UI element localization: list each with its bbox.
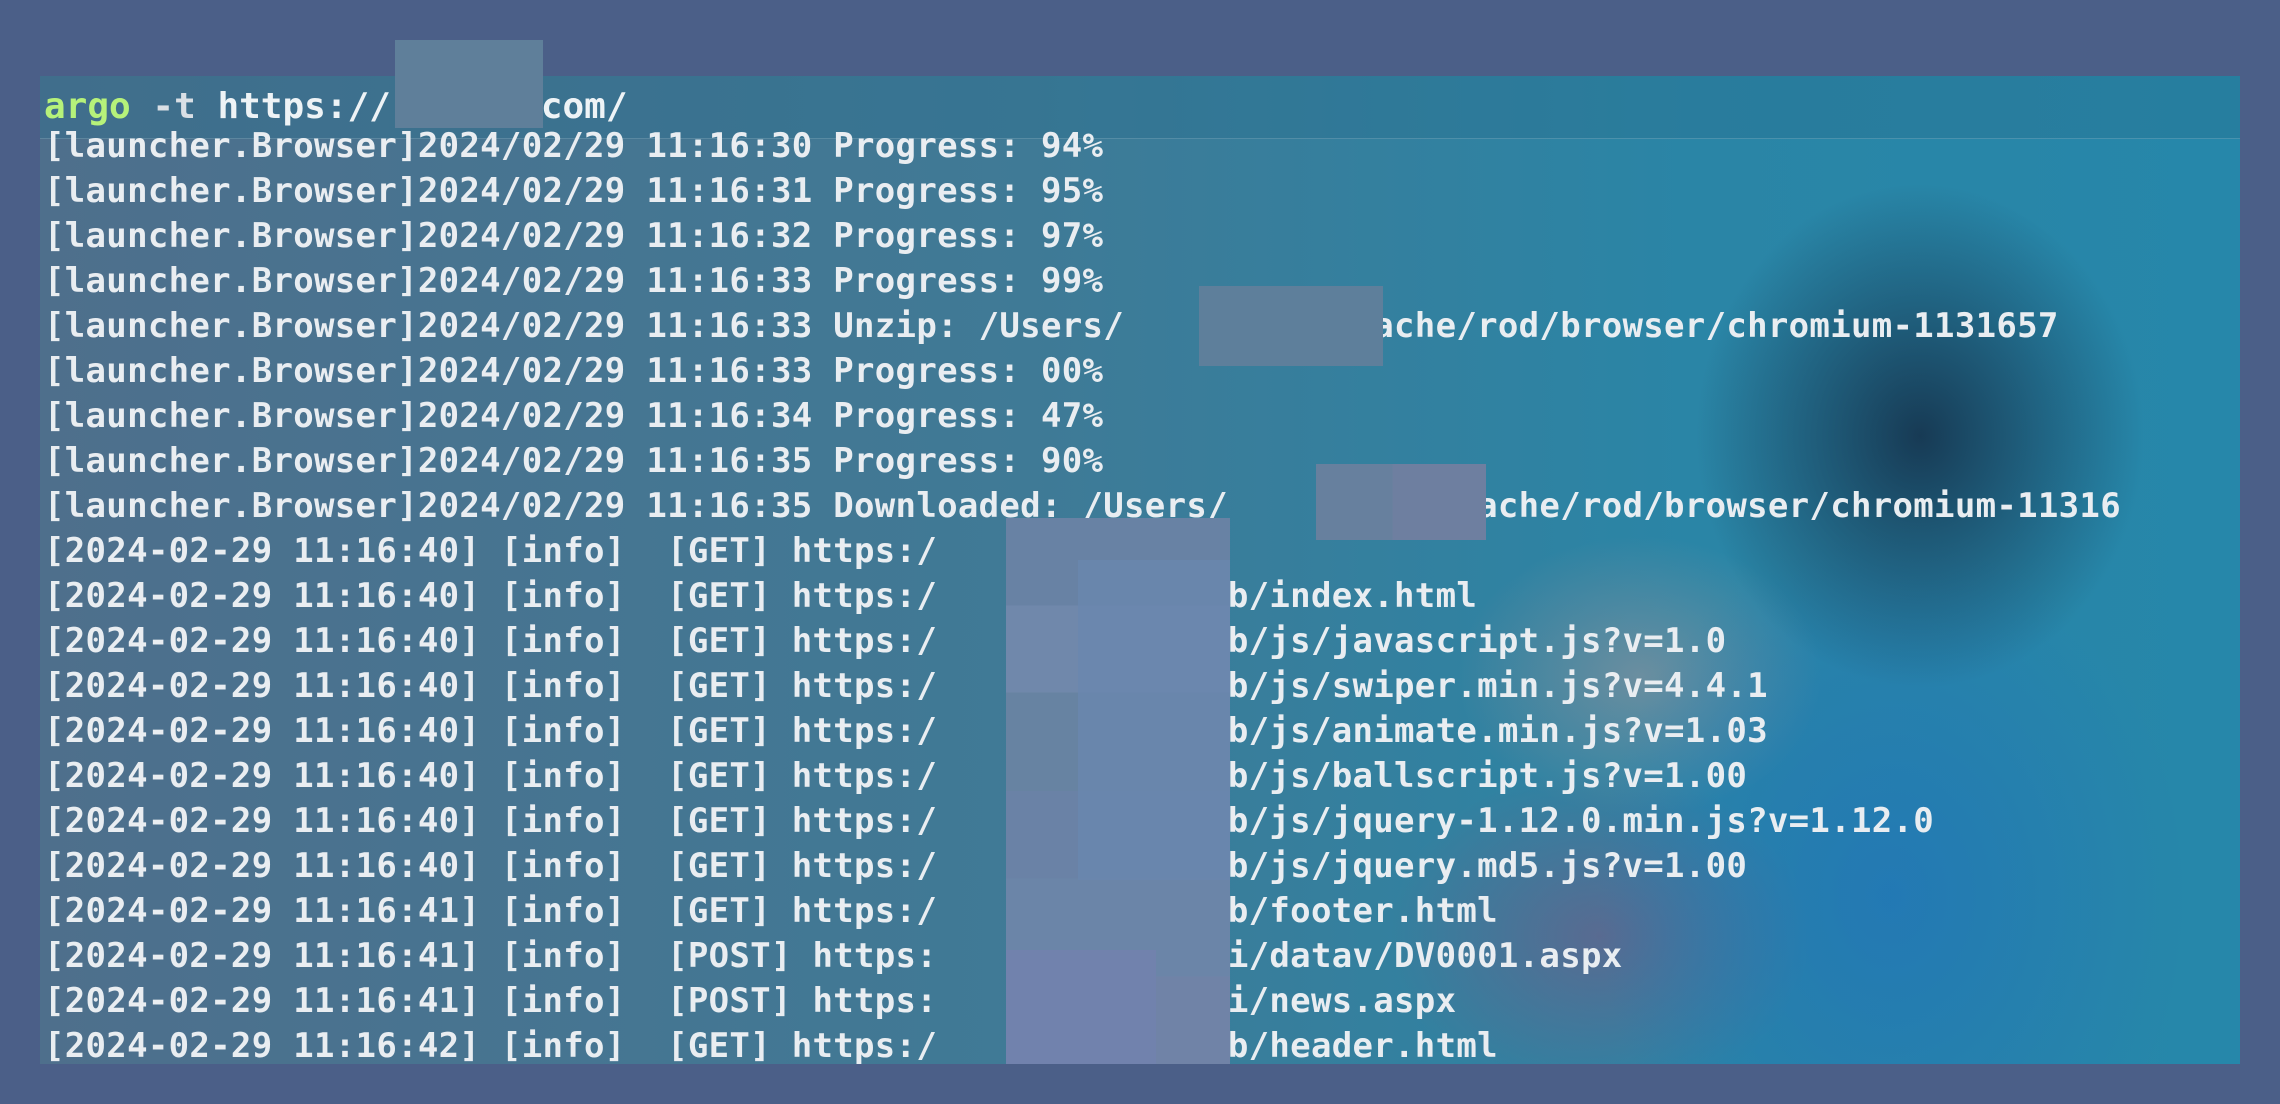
redaction-mask-username bbox=[1199, 286, 1383, 366]
log-line: [launcher.Browser]2024/02/29 11:16:31 Pr… bbox=[44, 171, 1104, 211]
redaction-mask-host bbox=[1006, 950, 1156, 1064]
log-line: [launcher.Browser]2024/02/29 11:16:34 Pr… bbox=[44, 396, 1104, 436]
log-line: [launcher.Browser]2024/02/29 11:16:33 Pr… bbox=[44, 351, 1104, 391]
command-flag: -t bbox=[152, 86, 196, 127]
log-line: [launcher.Browser]2024/02/29 11:16:33 Pr… bbox=[44, 261, 1104, 301]
redaction-mask-host bbox=[1078, 560, 1230, 880]
redaction-mask-username bbox=[1316, 464, 1486, 540]
command-url: https:// bbox=[217, 86, 391, 127]
redaction-mask-url bbox=[395, 40, 543, 128]
log-line: [launcher.Browser]2024/02/29 11:16:33 Un… bbox=[44, 306, 2059, 346]
log-line: [launcher.Browser]2024/02/29 11:16:35 Pr… bbox=[44, 441, 1104, 481]
log-line: [launcher.Browser]2024/02/29 11:16:30 Pr… bbox=[44, 126, 1104, 166]
command-url-suffix: com/ bbox=[540, 86, 628, 127]
log-line: [launcher.Browser]2024/02/29 11:16:32 Pr… bbox=[44, 216, 1104, 256]
command-program: argo bbox=[44, 86, 131, 127]
